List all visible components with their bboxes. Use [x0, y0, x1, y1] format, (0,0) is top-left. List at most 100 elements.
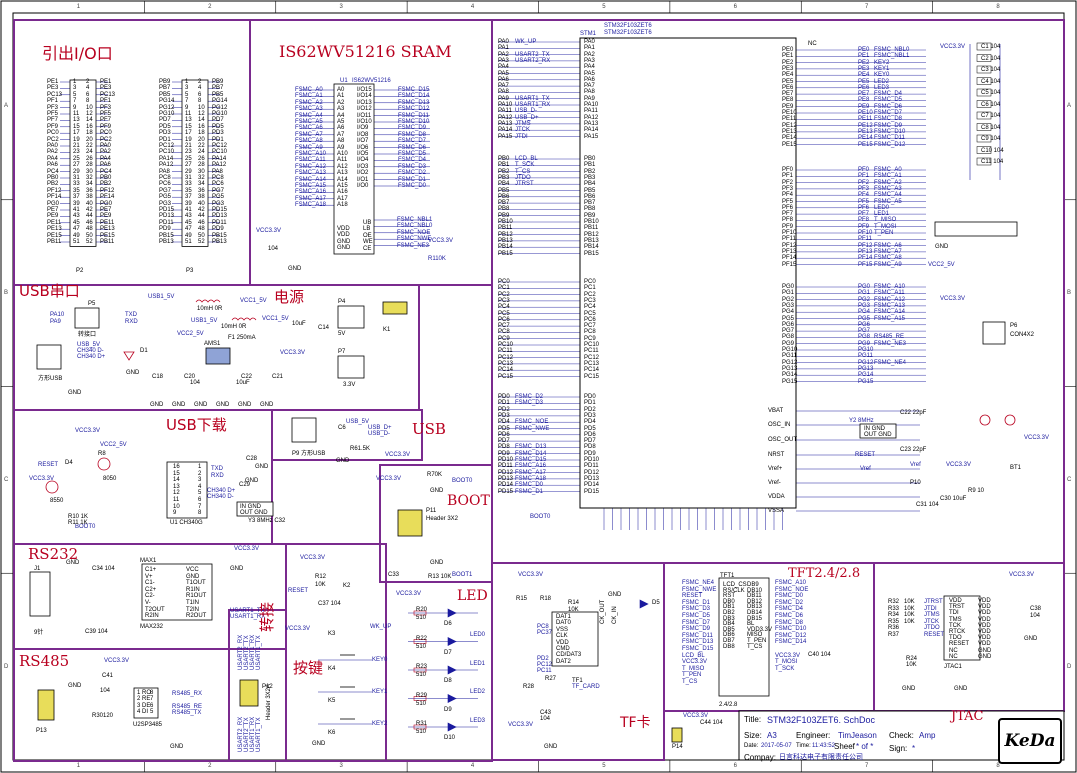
mcu-pin-pf: PF6: [782, 204, 794, 211]
mcu-pin-pb: PB3: [584, 174, 596, 181]
mcu-right-label-pe: PE5: [858, 78, 870, 85]
con4x2-label: CON4X2: [1010, 332, 1035, 338]
sram-io-pin: I/O13: [357, 99, 372, 106]
usb-serial-txd: TXD: [125, 312, 137, 318]
tf-r14-val: 10K: [568, 607, 579, 613]
boot-cap: C33: [388, 572, 400, 578]
header-p2-pin-num: 34: [86, 181, 93, 188]
mcu-right-net-pe: FSMC_D5: [874, 97, 903, 104]
ch340-pin-r: 8: [198, 510, 202, 517]
sram-addr-pin: A14: [337, 176, 348, 183]
osc-cap-1: C22 22pF: [900, 410, 927, 416]
section-box-led: [385, 581, 493, 762]
usb-5v-net: USB_5V: [346, 419, 370, 425]
mcu-left-label-pc: PC15: [498, 373, 514, 380]
header-p3-left-net: PD13: [159, 213, 175, 220]
header-p3-pin-num: 48: [198, 226, 205, 233]
tft-label: 2.4/2.8: [719, 702, 738, 708]
mcu-left-net-pb: JTRST: [515, 181, 534, 188]
mcu-left-label-pc: PC12: [498, 354, 514, 361]
sram-io-pin: I/O8: [357, 131, 369, 138]
led-diode-ref: D9: [444, 706, 452, 713]
usb-cap: C6: [338, 425, 346, 431]
header-p2-right-net: PE1: [100, 79, 112, 85]
decoupling-cap: C3 104: [981, 67, 1001, 73]
mcu-pin-pd: PD7: [584, 438, 596, 445]
header-p2-right-net: PF1: [100, 98, 112, 105]
mcu-right-net-pf: FSMC_A0: [874, 167, 902, 173]
mcu-right-net-pe: KEY1: [874, 65, 890, 72]
header-p3-right-net: PG5: [212, 194, 225, 201]
keys-wkup: WK_UP: [370, 624, 392, 630]
header-p3-pin-num: 39: [185, 200, 192, 207]
mcu-right-label-pg: PG0: [858, 284, 871, 290]
mcu-pin-pc: PC14: [584, 367, 600, 374]
sram-ctrl-pin: UB: [363, 220, 372, 226]
max232-label: MAX232: [140, 624, 164, 630]
decoupling-cap: C5 104: [981, 90, 1001, 96]
mcu-left-net-pa: USART2_RX: [515, 57, 551, 64]
mcu-left-label-pc: PC13: [498, 360, 514, 367]
led-diode-1: [447, 608, 457, 618]
sheet-value: * of *: [856, 742, 874, 751]
sheet-label: Sheef: [834, 742, 855, 751]
power-p4-ref: P4: [338, 299, 346, 305]
led-resistor-val: 510: [416, 672, 427, 678]
sram-addr-net: FSMC_A7: [295, 131, 323, 138]
mcu-pin-pg: PG13: [782, 365, 798, 372]
jtag-cap-val: 104: [1030, 613, 1041, 619]
mcu-right-label-pg: PG11: [858, 353, 873, 360]
mcu-pin-pf: PF9: [782, 223, 794, 230]
tft-net-left: FSMC_D9: [682, 626, 711, 633]
usb-dm-net: USB_D-: [368, 431, 391, 437]
header-p3-right-net: PG14: [212, 98, 228, 105]
mcu-left-label-pd: PD1: [498, 400, 510, 407]
tft-cap: C40 104: [808, 652, 831, 658]
mcu-pin-pd: PD5: [584, 425, 596, 432]
keys-k3: K3: [328, 631, 336, 637]
mcu-pin-pa: PA0: [584, 39, 595, 45]
boot-header-ref: P11: [426, 508, 437, 514]
mcu-pin-pb: PB0: [584, 156, 596, 162]
mcu-pin-pg: PG10: [782, 347, 798, 353]
max232-pin-left: V-: [145, 600, 151, 606]
header-p2-left-net: PG0: [47, 200, 60, 207]
mcu-right-label-pf: PF1: [858, 173, 870, 180]
usb-serial-p5-label: 转接口: [78, 332, 97, 338]
sram-addr-pin: A15: [337, 183, 348, 189]
mcu-left-label-pd: PD0: [498, 394, 510, 400]
ch340-pin-r: 5: [198, 490, 202, 497]
tft-net-left: LCD_BL: [682, 652, 705, 659]
mcu-pin-pf: PF14: [782, 255, 797, 262]
header-p2-left-net: PE13: [47, 226, 62, 233]
power-cap: C21: [272, 374, 284, 380]
led-resistor-val: 510: [416, 615, 427, 621]
header-p2-pin-num: 43: [73, 213, 80, 220]
mcu-right-net-pg: FSMC_A11: [874, 290, 905, 297]
rs485-tx: RS485_TX: [172, 710, 202, 716]
sram-addr-net: FSMC_A1: [295, 93, 323, 100]
sram-addr-pin: A9: [337, 144, 345, 151]
power-p7: [337, 355, 365, 379]
keys-net-key2: KEY2: [372, 721, 388, 727]
tf-label: TF_CARD: [572, 684, 600, 690]
column-marker-bottom: 4: [470, 763, 475, 769]
title-value: STM32F103ZET6. SchDoc: [767, 715, 876, 725]
nrst-net: RESET: [855, 452, 876, 458]
power-usb1: USB1_5V: [148, 294, 175, 300]
header-p3-left-net: PC6: [159, 181, 171, 188]
mcu-right-label-pg: PG7: [858, 328, 871, 335]
rs485-pin-left: 2 RE: [137, 696, 151, 703]
rs485-connector: [37, 689, 55, 721]
mcu-left-label-pc: PC11: [498, 348, 513, 355]
tf-pin: VDD: [556, 639, 569, 646]
usb-serial-gnd: GND: [126, 370, 140, 376]
tft-net-right: VCC3.3V: [775, 652, 801, 659]
mcu-pin-pb: PB2: [584, 168, 596, 175]
mcu-left-label-pd: PD13: [498, 475, 514, 482]
header-p2-pin-num: 21: [73, 143, 80, 149]
sram-addr-pin: A11: [337, 157, 348, 164]
sram-power-pin: GND: [337, 245, 351, 252]
max232-ref: MAX1: [140, 558, 157, 564]
power-vcc1: VCC1_5V: [240, 298, 267, 304]
